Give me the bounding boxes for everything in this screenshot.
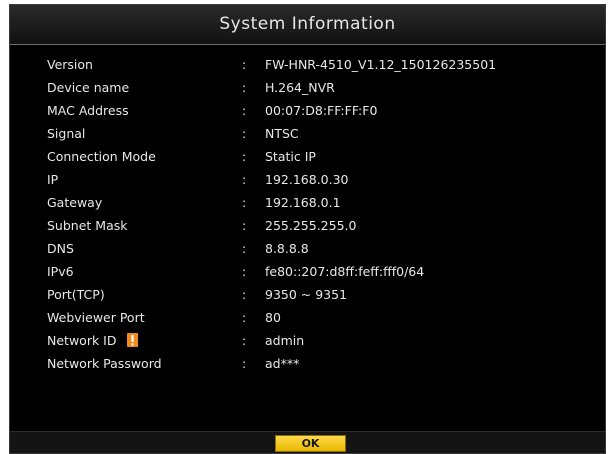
dns-value: 8.8.8.8 (265, 241, 309, 256)
separator: : (242, 310, 247, 325)
network-id-value: admin (265, 333, 305, 348)
mac-address-label: MAC Address (47, 103, 129, 118)
separator: : (242, 172, 247, 187)
subnet-mask-label: Subnet Mask (47, 218, 128, 233)
info-list: Version : FW-HNR-4510_V1.12_150126235501… (10, 53, 605, 375)
separator: : (242, 241, 247, 256)
separator: : (242, 149, 247, 164)
dns-label: DNS (47, 241, 74, 256)
info-row-version: Version : FW-HNR-4510_V1.12_150126235501 (10, 53, 605, 76)
separator: : (242, 356, 247, 371)
info-row-signal: Signal : NTSC (10, 122, 605, 145)
port-tcp-label: Port(TCP) (47, 287, 105, 302)
info-row-mac-address: MAC Address : 00:07:D8:FF:FF:F0 (10, 99, 605, 122)
connection-mode-label: Connection Mode (47, 149, 156, 164)
device-name-label: Device name (47, 80, 130, 95)
separator: : (242, 103, 247, 118)
warning-icon[interactable] (127, 333, 139, 347)
info-row-ip: IP : 192.168.0.30 (10, 168, 605, 191)
separator: : (242, 57, 247, 72)
mac-address-value: 00:07:D8:FF:FF:F0 (265, 103, 378, 118)
info-row-network-password: Network Password : ad*** (10, 352, 605, 375)
info-row-ipv6: IPv6 : fe80::207:d8ff:feff:fff0/64 (10, 260, 605, 283)
dialog-title: System Information (219, 14, 396, 34)
screen-background: System Information Version : FW-HNR-4510… (0, 0, 609, 454)
gateway-label: Gateway (47, 195, 103, 210)
separator: : (242, 264, 247, 279)
separator: : (242, 218, 247, 233)
info-row-dns: DNS : 8.8.8.8 (10, 237, 605, 260)
dialog-title-bar: System Information (10, 5, 605, 45)
ip-label: IP (47, 172, 59, 187)
gateway-value: 192.168.0.1 (265, 195, 341, 210)
info-row-webviewer-port: Webviewer Port : 80 (10, 306, 605, 329)
info-row-port-tcp: Port(TCP) : 9350 ~ 9351 (10, 283, 605, 306)
info-row-gateway: Gateway : 192.168.0.1 (10, 191, 605, 214)
version-value: FW-HNR-4510_V1.12_150126235501 (265, 57, 497, 72)
subnet-mask-value: 255.255.255.0 (265, 218, 357, 233)
separator: : (242, 195, 247, 210)
network-id-label-group: Network ID (47, 333, 139, 348)
dialog-footer: OK (10, 431, 605, 453)
webviewer-port-label: Webviewer Port (47, 310, 145, 325)
network-id-label: Network ID (47, 333, 117, 348)
device-name-value: H.264_NVR (265, 80, 335, 95)
ipv6-value: fe80::207:d8ff:feff:fff0/64 (265, 264, 425, 279)
version-label: Version (47, 57, 93, 72)
separator: : (242, 333, 247, 348)
webviewer-port-value: 80 (265, 310, 281, 325)
network-password-label: Network Password (47, 356, 162, 371)
port-tcp-value: 9350 ~ 9351 (265, 287, 348, 302)
info-row-network-id: Network ID : admin (10, 329, 605, 352)
ip-value: 192.168.0.30 (265, 172, 349, 187)
ipv6-label: IPv6 (47, 264, 74, 279)
ok-button[interactable]: OK (275, 435, 346, 452)
network-password-value: ad*** (265, 356, 300, 371)
info-row-connection-mode: Connection Mode : Static IP (10, 145, 605, 168)
separator: : (242, 126, 247, 141)
signal-value: NTSC (265, 126, 299, 141)
system-information-dialog: System Information Version : FW-HNR-4510… (9, 4, 606, 454)
connection-mode-value: Static IP (265, 149, 316, 164)
separator: : (242, 287, 247, 302)
separator: : (242, 80, 247, 95)
info-row-subnet-mask: Subnet Mask : 255.255.255.0 (10, 214, 605, 237)
info-row-device-name: Device name : H.264_NVR (10, 76, 605, 99)
signal-label: Signal (47, 126, 86, 141)
